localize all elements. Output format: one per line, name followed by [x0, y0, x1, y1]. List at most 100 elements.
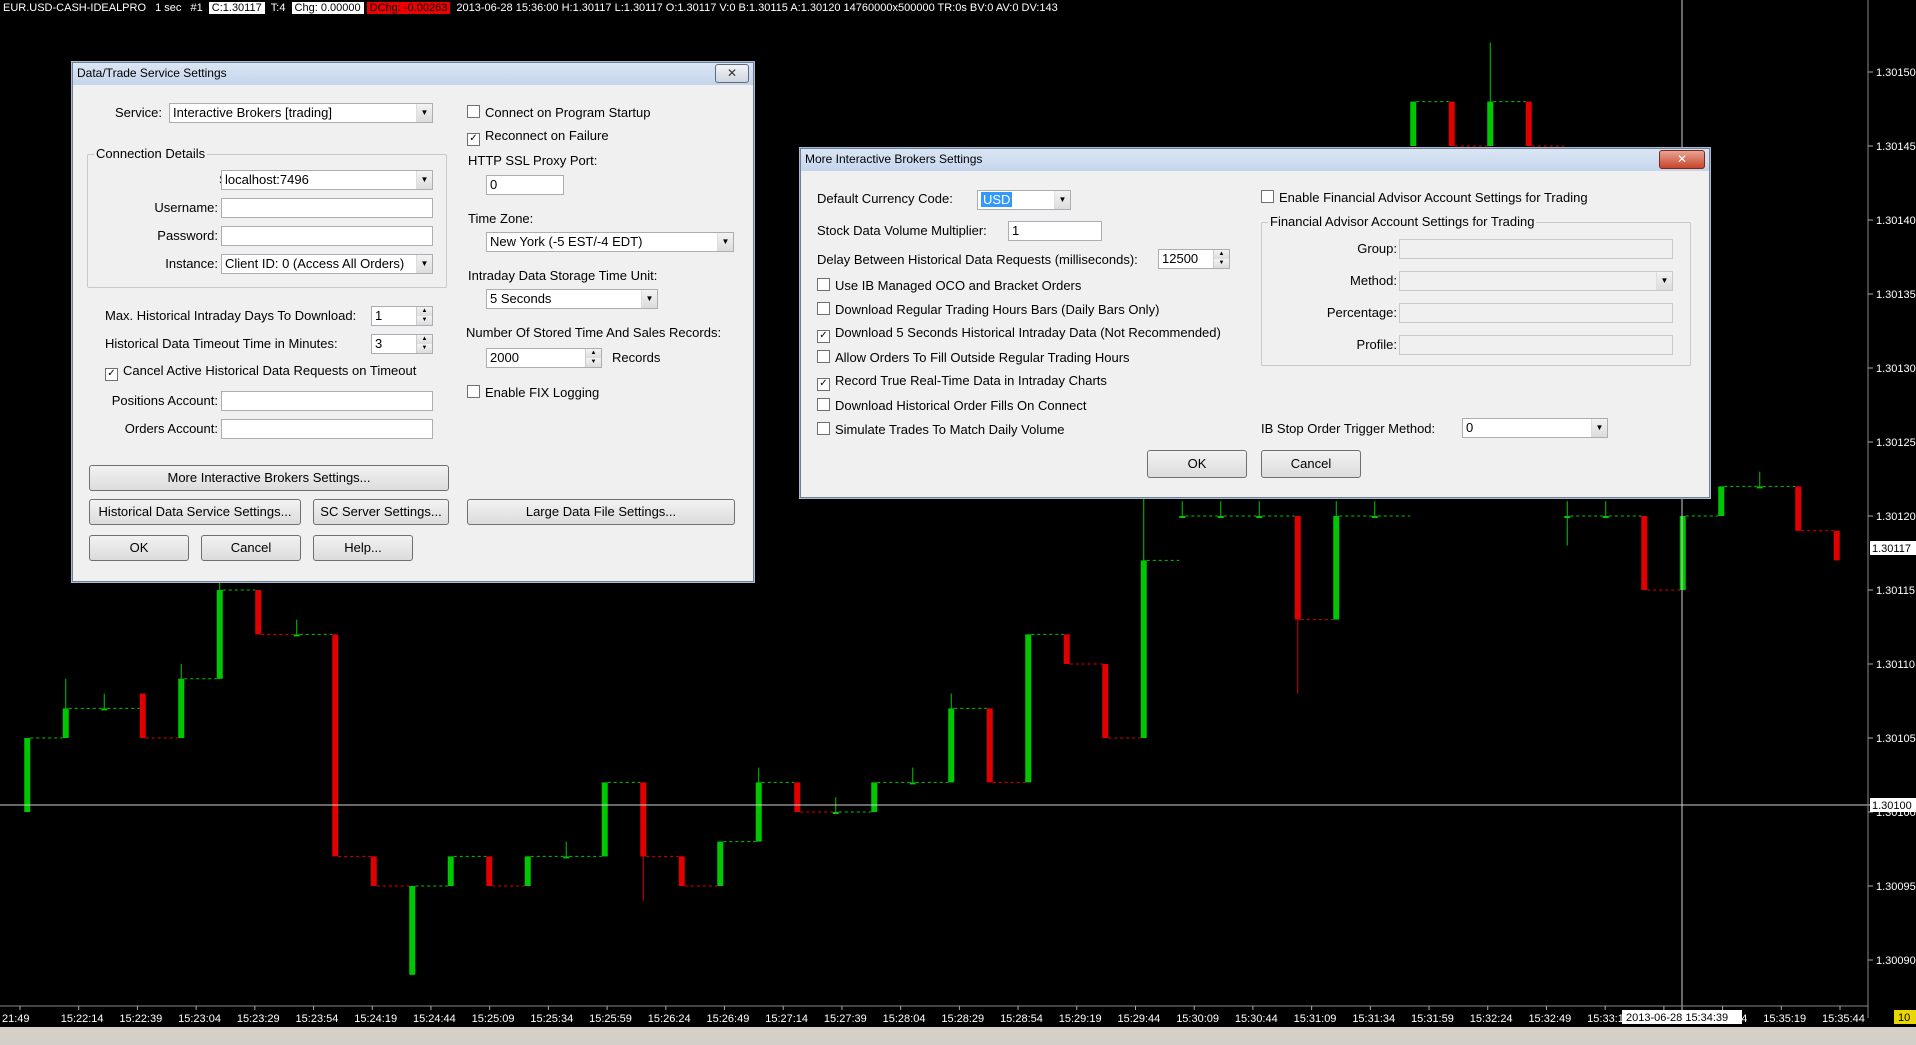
x-tick-label: 15:25:59 — [589, 1013, 632, 1025]
candle-body — [909, 782, 916, 785]
candle-body — [832, 812, 839, 814]
connect-startup-checkbox[interactable]: Connect on Program Startup — [467, 105, 650, 120]
max-days-label: Max. Historical Intraday Days To Downloa… — [105, 308, 357, 323]
candle-body — [1333, 516, 1340, 620]
y-tick-label: 1.30135 — [1876, 289, 1916, 301]
x-tick-label: 15:29:19 — [1059, 1013, 1102, 1025]
time-zone-label: Time Zone: — [468, 211, 534, 226]
timeout-input[interactable]: 3 ▲ ▼ — [371, 334, 433, 354]
cancel-button[interactable]: Cancel — [1261, 450, 1361, 478]
x-tick-label: 15:24:19 — [354, 1013, 397, 1025]
candle-body — [1217, 516, 1224, 518]
candle-body — [1795, 486, 1802, 531]
help-button[interactable]: Help... — [313, 535, 413, 561]
stored-records-input[interactable]: 2000 ▲ ▼ — [486, 348, 602, 368]
chevron-down-icon: ▼ — [641, 290, 657, 308]
spin-up-icon[interactable]: ▲ — [1213, 250, 1229, 259]
candle-body — [1718, 486, 1725, 516]
method-select[interactable]: ▼ — [1399, 271, 1673, 291]
delay-input[interactable]: 12500 ▲ ▼ — [1158, 249, 1230, 269]
server-select[interactable]: localhost:7496 ▼ — [221, 170, 433, 190]
x-tick-label: 15:25:34 — [530, 1013, 573, 1025]
candle-body — [24, 738, 31, 812]
candle-body — [139, 693, 146, 738]
spin-down-icon[interactable]: ▼ — [416, 316, 432, 325]
y-tick-label: 1.30110 — [1876, 659, 1915, 671]
x-tick-label: 15:23:29 — [237, 1013, 280, 1025]
close-icon[interactable]: ✕ — [715, 64, 749, 83]
stop-trigger-select[interactable]: 0 ▼ — [1462, 418, 1608, 438]
fix-logging-checkbox[interactable]: Enable FIX Logging — [467, 385, 599, 400]
corner-label: 10 — [1898, 1012, 1910, 1024]
sc-server-settings-button[interactable]: SC Server Settings... — [313, 499, 449, 525]
instance-select[interactable]: Client ID: 0 (Access All Orders) ▼ — [221, 254, 433, 274]
orders-account-input[interactable] — [221, 419, 433, 439]
x-tick-label: 15:31:59 — [1411, 1013, 1454, 1025]
service-select[interactable]: Interactive Brokers [trading] ▼ — [169, 103, 433, 123]
spin-up-icon[interactable]: ▲ — [416, 335, 432, 344]
storage-unit-label: Intraday Data Storage Time Unit: — [468, 268, 658, 283]
dialog-title: More Interactive Brokers Settings — [805, 152, 983, 166]
y-tick-label: 1.30120 — [1876, 511, 1916, 523]
ok-button[interactable]: OK — [1147, 450, 1247, 478]
profile-input[interactable] — [1399, 335, 1673, 355]
dialog-title-bar: More Interactive Brokers Settings ✕ — [801, 149, 1709, 171]
y-tick-label: 1.30095 — [1876, 881, 1916, 893]
x-tick-label: 15:31:34 — [1352, 1013, 1395, 1025]
order-fills-checkbox[interactable]: Download Historical Order Fills On Conne… — [817, 398, 1086, 413]
x-tick-label: 15:28:04 — [883, 1013, 926, 1025]
large-data-file-button[interactable]: Large Data File Settings... — [467, 499, 735, 525]
candle-body — [1756, 486, 1763, 489]
spin-down-icon[interactable]: ▼ — [1213, 259, 1229, 268]
change-text: Chg: 0.00000 — [291, 2, 364, 14]
currency-label: Default Currency Code: — [817, 191, 953, 206]
more-ib-settings-dialog: More Interactive Brokers Settings ✕ Defa… — [800, 148, 1710, 498]
volume-multiplier-input[interactable]: 1 — [1008, 221, 1102, 241]
proxy-port-input[interactable]: 0 — [486, 175, 564, 195]
username-input[interactable] — [221, 198, 433, 218]
outside-rth-checkbox[interactable]: Allow Orders To Fill Outside Regular Tra… — [817, 350, 1130, 365]
password-input[interactable] — [221, 226, 433, 246]
spin-down-icon[interactable]: ▼ — [585, 358, 601, 367]
x-tick-label: 15:24:44 — [413, 1013, 456, 1025]
cancel-active-checkbox[interactable]: ✓ Cancel Active Historical Data Requests … — [105, 364, 416, 381]
real-time-data-checkbox[interactable]: ✓ Record True Real-Time Data in Intraday … — [817, 374, 1107, 391]
storage-unit-select[interactable]: 5 Seconds ▼ — [486, 289, 658, 309]
candle-body — [409, 886, 416, 975]
reconnect-failure-checkbox[interactable]: ✓ Reconnect on Failure — [467, 129, 609, 146]
x-tick-label: 15:26:49 — [707, 1013, 750, 1025]
percentage-input[interactable] — [1399, 303, 1673, 323]
candle-body — [1294, 516, 1301, 620]
checkbox-checked-icon: ✓ — [817, 378, 830, 391]
currency-select[interactable]: USD ▼ — [977, 190, 1071, 210]
x-tick-label: 15:28:29 — [941, 1013, 984, 1025]
more-ib-settings-button[interactable]: More Interactive Brokers Settings... — [89, 465, 449, 491]
spin-up-icon[interactable]: ▲ — [585, 349, 601, 358]
ok-button[interactable]: OK — [89, 535, 189, 561]
y-tick-label: 1.30125 — [1876, 437, 1916, 449]
candle-body — [563, 856, 570, 859]
volume-multiplier-label: Stock Data Volume Multiplier: — [817, 223, 987, 238]
group-input[interactable] — [1399, 239, 1673, 259]
five-second-data-checkbox[interactable]: ✓ Download 5 Seconds Historical Intraday … — [817, 326, 1221, 343]
close-icon[interactable]: ✕ — [1659, 150, 1705, 169]
simulate-trades-checkbox[interactable]: Simulate Trades To Match Daily Volume — [817, 422, 1065, 437]
spin-down-icon[interactable]: ▼ — [416, 344, 432, 353]
max-days-input[interactable]: 1 ▲ ▼ — [371, 306, 433, 326]
checkbox-icon — [467, 385, 480, 398]
rth-bars-checkbox[interactable]: Download Regular Trading Hours Bars (Dai… — [817, 302, 1159, 317]
fa-enable-checkbox[interactable]: Enable Financial Advisor Account Setting… — [1261, 190, 1588, 205]
spin-up-icon[interactable]: ▲ — [416, 307, 432, 316]
candle-body — [1602, 516, 1609, 518]
y-tick-label: 1.30130 — [1876, 363, 1916, 375]
time-zone-select[interactable]: New York (-5 EST/-4 EDT) ▼ — [486, 232, 734, 252]
cancel-button[interactable]: Cancel — [201, 535, 301, 561]
service-label: Service: — [115, 105, 162, 120]
candle-body — [524, 856, 531, 886]
historical-data-service-button[interactable]: Historical Data Service Settings... — [89, 499, 301, 525]
positions-account-input[interactable] — [221, 391, 433, 411]
candle-body — [1063, 634, 1070, 664]
checkbox-icon — [817, 302, 830, 315]
oco-bracket-checkbox[interactable]: Use IB Managed OCO and Bracket Orders — [817, 278, 1081, 293]
y-tick-label: 1.30140 — [1876, 215, 1916, 227]
